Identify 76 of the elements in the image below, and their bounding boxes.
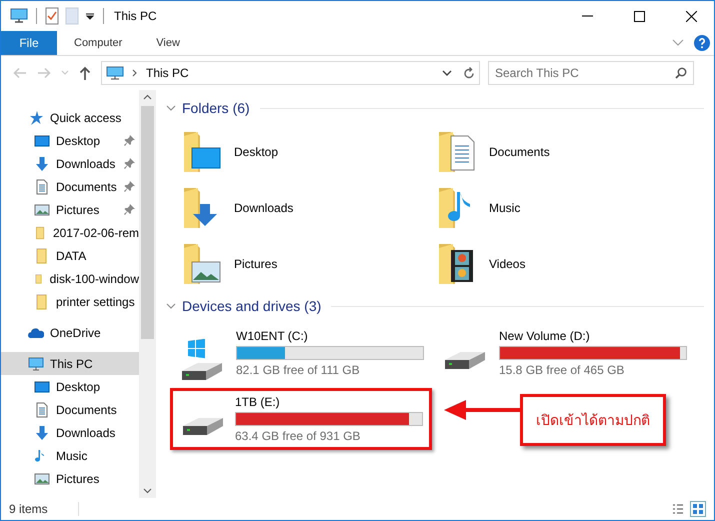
scrollbar[interactable] [139,90,156,498]
search-icon[interactable] [675,67,687,79]
folder-name[interactable]: Music [489,201,520,215]
drive-name[interactable]: New Volume (D:) [499,329,687,343]
chevron-right-icon [132,69,138,77]
sidebar-item[interactable]: Documents [1,398,139,421]
desktop-icon [34,378,50,394]
sidebar-item[interactable]: Pictures [1,467,139,490]
section-header[interactable]: Folders (6) [166,98,704,118]
pin-icon[interactable] [124,158,135,169]
free-space-text: 63.4 GB free of 931 GB [235,429,362,443]
sidebar-item[interactable]: OneDrive [1,321,139,344]
folder-name[interactable]: Documents [489,145,550,159]
sidebar-item[interactable]: DATA [1,244,139,267]
folder-name[interactable]: Downloads [234,201,294,215]
drive-name[interactable]: W10ENT (C:) [236,329,424,343]
sidebar-item[interactable]: Desktop [1,129,139,152]
maximize-icon[interactable] [634,10,644,22]
sidebar-item[interactable]: Downloads [1,152,139,175]
ribbon-tab[interactable]: Computer [57,31,140,55]
sidebar-item[interactable]: printer settings [1,290,139,313]
address-field[interactable]: This PC [101,61,459,85]
dropdown-icon[interactable] [85,11,95,21]
picture-icon [34,470,50,486]
large-icons-view-icon[interactable] [690,501,706,517]
section-header[interactable]: Devices and drives (3) [166,296,704,316]
chevron-down-icon[interactable] [442,70,452,76]
drive-tile[interactable]: New Volume (D:) 15.8 GB free of 465 GB [433,322,695,384]
pin-icon[interactable] [124,204,135,215]
hard-drive-icon [181,416,225,436]
item-count: 9 items [9,502,48,516]
file-tab[interactable]: File [1,31,57,55]
pin-icon[interactable] [124,135,135,146]
sidebar-item[interactable]: Documents [1,175,139,198]
refresh-button[interactable] [458,61,480,85]
download-arrow-icon [34,424,50,440]
sidebar-item[interactable]: Desktop [1,375,139,398]
computer-icon [28,356,44,372]
drive-tile[interactable]: W10ENT (C:) 82.1 GB free of 111 GB [170,322,432,384]
pin-icon[interactable] [124,181,135,192]
details-view-icon[interactable] [672,503,684,515]
refresh-icon[interactable] [462,66,474,80]
close-icon[interactable] [686,10,696,22]
scroll-down-icon[interactable] [143,488,152,494]
ribbon-tab[interactable]: View [139,31,197,55]
sidebar-item[interactable]: Music [1,444,139,467]
help-icon[interactable] [694,35,710,51]
star-icon [28,110,44,126]
sidebar-item[interactable]: This PC [1,352,139,375]
folder-name[interactable]: Desktop [234,145,278,159]
folder-icon [34,224,47,240]
picture-icon [34,202,50,218]
document-icon [34,402,50,418]
folder-name[interactable]: Pictures [234,257,278,271]
search-field[interactable]: Search This PC [488,61,694,85]
sidebar-item[interactable]: 2017-02-06-rem [1,221,139,244]
free-space-text: 82.1 GB free of 111 GB [236,363,361,377]
minimize-icon[interactable] [582,15,592,17]
computer-icon [106,66,124,80]
sidebar-item[interactable]: Pictures [1,198,139,221]
drive-name[interactable]: 1TB (E:) [235,395,423,409]
annotation-callout: เปิดเข้าได้ตามปกติ [520,394,666,446]
document-icon [34,178,50,194]
sidebar-item[interactable]: disk-100-window [1,267,139,290]
download-arrow-icon [34,156,50,172]
properties-icon[interactable] [45,7,59,25]
folder-name[interactable]: Videos [489,257,526,271]
desktop-icon [34,132,50,148]
free-space-text: 15.8 GB free of 465 GB [499,363,626,377]
scroll-up-icon[interactable] [143,94,152,100]
computer-icon[interactable] [10,8,28,24]
up-arrow-icon[interactable] [79,66,91,80]
window-title: This PC [114,9,157,23]
sidebar-item[interactable]: Quick access [1,106,139,129]
expand-ribbon-icon[interactable] [672,39,684,47]
sidebar-item[interactable]: Downloads [1,421,139,444]
